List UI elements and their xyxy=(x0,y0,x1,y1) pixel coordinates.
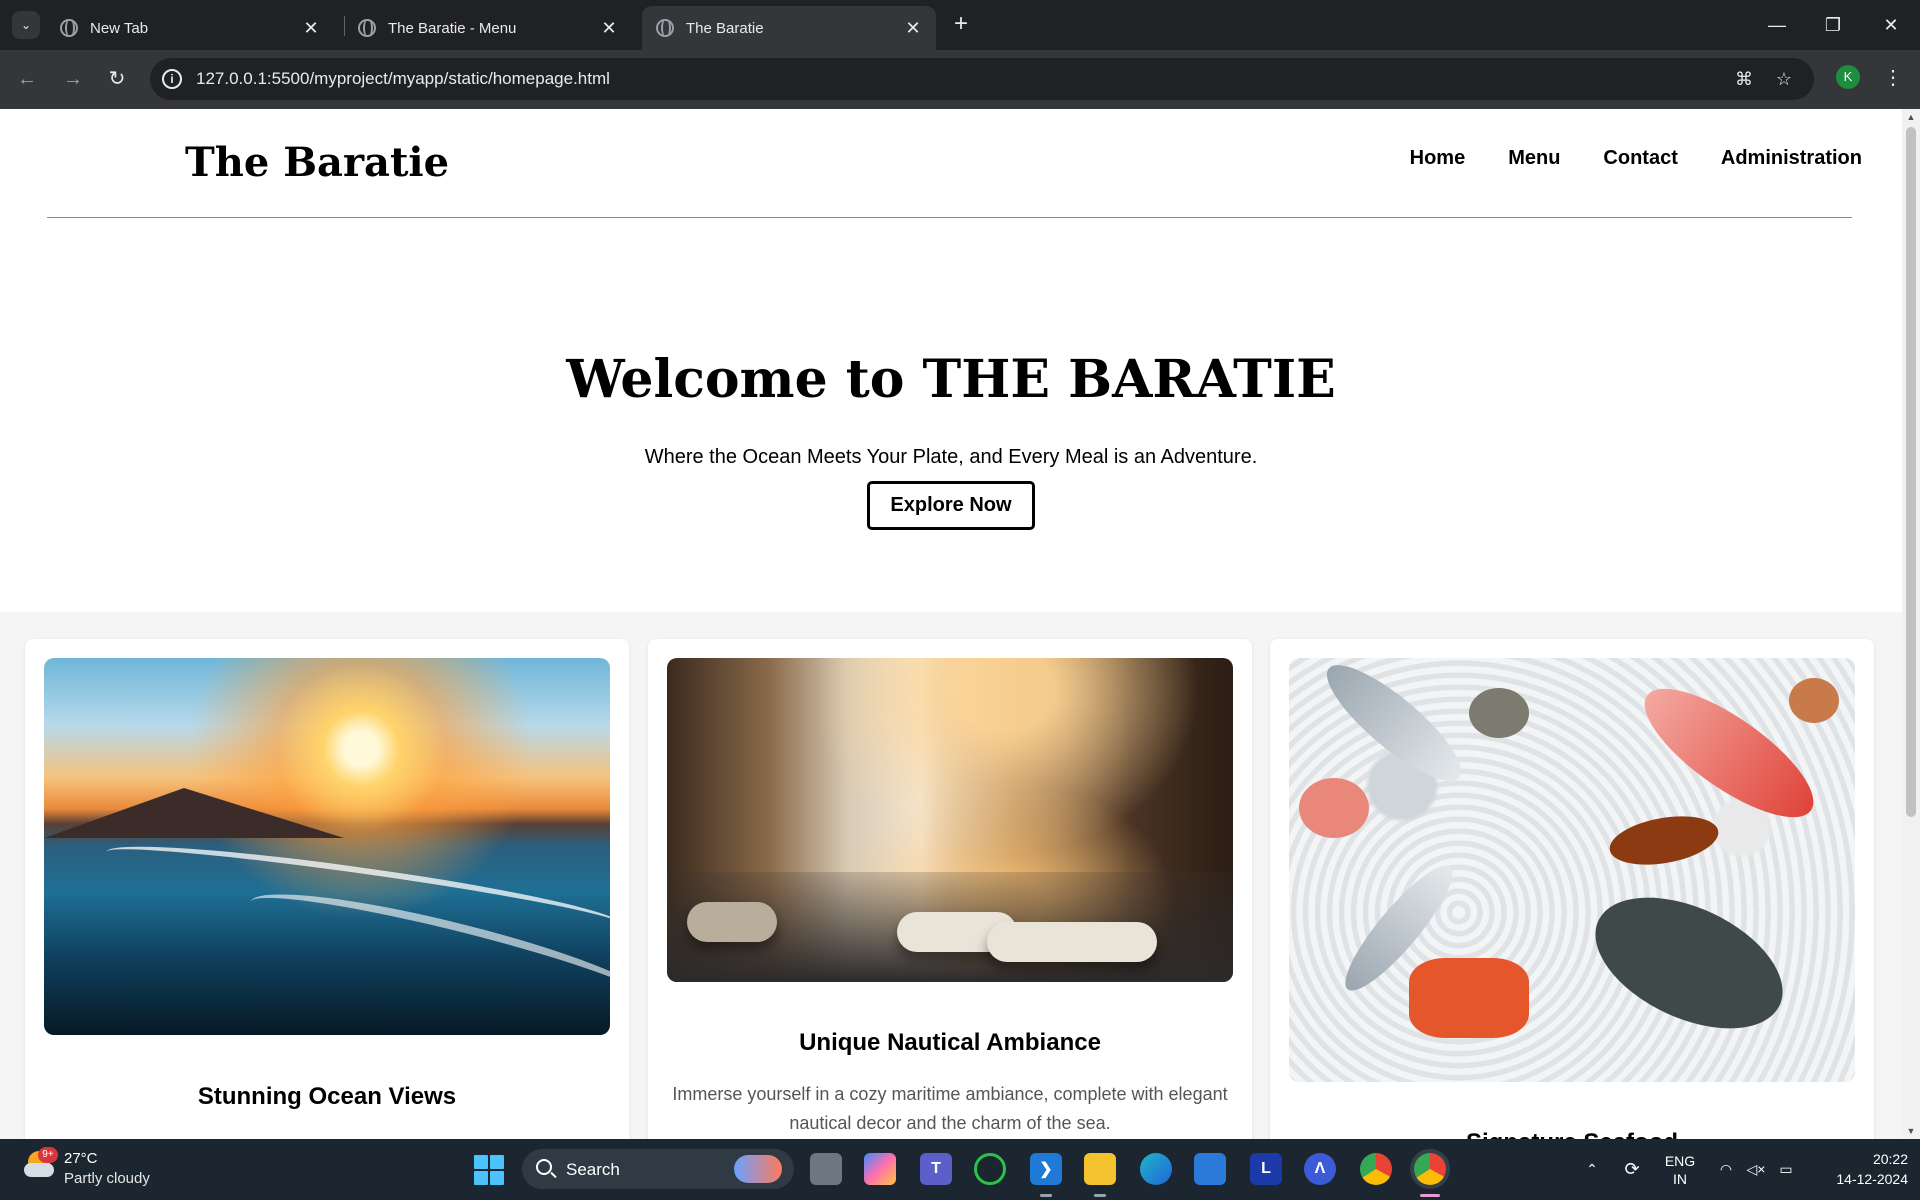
feature-title: Signature Seafood xyxy=(1270,1129,1874,1139)
language-indicator[interactable]: ENG IN xyxy=(1660,1139,1700,1200)
page-scrollbar[interactable]: ▲ ▼ xyxy=(1902,109,1920,1139)
hero-section: Welcome to THE BARATIE Where the Ocean M… xyxy=(0,349,1902,530)
search-label: Search xyxy=(566,1160,620,1179)
battery-icon[interactable]: ▭ xyxy=(1774,1139,1798,1200)
scroll-down-icon[interactable]: ▼ xyxy=(1902,1123,1920,1139)
web-page: The Baratie Home Menu Contact Administra… xyxy=(0,109,1902,1139)
running-indicator xyxy=(1094,1194,1106,1197)
close-window-icon[interactable]: ✕ xyxy=(1876,10,1906,40)
windows-start-icon[interactable] xyxy=(474,1155,504,1185)
region-code: IN xyxy=(1673,1170,1687,1187)
close-tab-icon[interactable]: ✕ xyxy=(302,18,320,39)
features-section: Stunning Ocean Views Unique Nautical Amb… xyxy=(0,612,1902,1139)
chrome-icon xyxy=(60,19,78,37)
browser-toolbar: ← → ↻ i 127.0.0.1:5500/myproject/myapp/s… xyxy=(0,50,1920,109)
feature-title: Stunning Ocean Views xyxy=(197,1083,457,1110)
restaurant-interior-image xyxy=(667,658,1233,982)
more-menu-icon[interactable]: ⋮ xyxy=(1880,64,1906,92)
tab-homepage[interactable]: The Baratie ✕ xyxy=(642,6,936,50)
reload-icon[interactable]: ↻ xyxy=(102,64,132,94)
chrome-icon[interactable] xyxy=(1360,1153,1392,1185)
taskbar-search[interactable]: Search xyxy=(522,1149,794,1189)
volume-muted-icon[interactable]: ◁× xyxy=(1744,1139,1768,1200)
bookmark-star-icon[interactable]: ☆ xyxy=(1772,67,1796,91)
feature-card-ocean: Stunning Ocean Views xyxy=(25,639,629,1139)
translate-icon[interactable]: ⌘ xyxy=(1732,67,1756,91)
hero-subtitle: Where the Ocean Meets Your Plate, and Ev… xyxy=(644,446,1258,468)
chrome-profile-icon[interactable] xyxy=(1414,1153,1446,1185)
globe-icon xyxy=(656,19,674,37)
header-divider xyxy=(47,217,1852,218)
main-nav: Home Menu Contact Administration xyxy=(1410,147,1862,170)
url-text[interactable]: 127.0.0.1:5500/myproject/myapp/static/ho… xyxy=(196,69,610,89)
back-icon[interactable]: ← xyxy=(12,64,42,94)
new-tab-button[interactable]: + xyxy=(948,12,974,38)
tab-title: The Baratie xyxy=(686,19,764,37)
edge-icon[interactable] xyxy=(1140,1153,1172,1185)
feature-card-seafood: Signature Seafood xyxy=(1270,639,1874,1139)
sync-app-icon[interactable] xyxy=(974,1153,1006,1185)
ocean-sunset-image xyxy=(44,658,610,1035)
taskbar: 9+ 27°C Partly cloudy Search T ❯ L Λ ⌃ ⟳… xyxy=(0,1139,1920,1200)
nav-home[interactable]: Home xyxy=(1410,147,1466,170)
scroll-up-icon[interactable]: ▲ xyxy=(1902,109,1920,125)
sync-status-icon[interactable]: ⟳ xyxy=(1618,1139,1646,1200)
clock-date[interactable]: 14-12-2024 xyxy=(1818,1171,1908,1187)
tab-title: The Baratie - Menu xyxy=(388,19,517,37)
explore-now-button[interactable]: Explore Now xyxy=(867,481,1035,530)
show-hidden-icons-icon[interactable]: ⌃ xyxy=(1580,1139,1604,1200)
weather-condition[interactable]: Partly cloudy xyxy=(64,1170,150,1187)
search-highlight-icon xyxy=(734,1155,782,1183)
close-tab-icon[interactable]: ✕ xyxy=(904,18,922,39)
running-indicator xyxy=(1040,1194,1052,1197)
site-info-icon[interactable]: i xyxy=(162,69,182,89)
store-icon[interactable] xyxy=(1194,1153,1226,1185)
tab-menu[interactable]: The Baratie - Menu ✕ xyxy=(344,6,632,50)
forward-icon[interactable]: → xyxy=(58,64,88,94)
site-logo[interactable]: The Baratie xyxy=(185,139,449,186)
address-bar[interactable]: i 127.0.0.1:5500/myproject/myapp/static/… xyxy=(150,58,1814,100)
globe-icon xyxy=(358,19,376,37)
hero-title: Welcome to THE BARATIE xyxy=(566,349,1336,410)
vscode-icon[interactable]: ❯ xyxy=(1030,1153,1062,1185)
clock-time[interactable]: 20:22 xyxy=(1838,1151,1908,1167)
file-explorer-icon[interactable] xyxy=(1084,1153,1116,1185)
language-code: ENG xyxy=(1664,1152,1696,1169)
tab-title: New Tab xyxy=(90,19,149,37)
copilot-icon[interactable] xyxy=(864,1153,896,1185)
profile-avatar[interactable]: K xyxy=(1836,65,1860,89)
tab-new-tab[interactable]: New Tab ✕ xyxy=(46,6,334,50)
active-indicator xyxy=(1420,1194,1440,1197)
weather-temperature[interactable]: 27°C xyxy=(64,1150,98,1167)
feature-description: Immerse yourself in a cozy maritime ambi… xyxy=(672,1084,1228,1133)
weather-icon[interactable]: 9+ xyxy=(24,1147,58,1181)
nav-menu[interactable]: Menu xyxy=(1508,147,1560,170)
weather-badge: 9+ xyxy=(38,1147,58,1163)
search-icon xyxy=(536,1159,552,1175)
tab-strip: ⌄ New Tab ✕ The Baratie - Menu ✕ The Bar… xyxy=(0,0,1920,50)
alpha-app-icon[interactable]: Λ xyxy=(1304,1153,1336,1185)
nav-contact[interactable]: Contact xyxy=(1603,147,1677,170)
restore-icon[interactable]: ❐ xyxy=(1818,10,1848,40)
l-app-icon[interactable]: L xyxy=(1250,1153,1282,1185)
scrollbar-thumb[interactable] xyxy=(1906,127,1916,817)
site-header: The Baratie Home Menu Contact Administra… xyxy=(0,109,1902,219)
tab-search-button[interactable]: ⌄ xyxy=(12,11,40,39)
seafood-on-ice-image xyxy=(1289,658,1855,1082)
task-view-icon[interactable] xyxy=(810,1153,842,1185)
feature-title: Unique Nautical Ambiance xyxy=(799,1029,1101,1056)
nav-administration[interactable]: Administration xyxy=(1721,147,1862,170)
wifi-icon[interactable]: ◠ xyxy=(1714,1139,1738,1200)
feature-card-ambiance: Unique Nautical Ambiance Immerse yoursel… xyxy=(648,639,1252,1139)
teams-icon[interactable]: T xyxy=(920,1153,952,1185)
minimize-icon[interactable]: — xyxy=(1762,10,1792,40)
close-tab-icon[interactable]: ✕ xyxy=(600,18,618,39)
